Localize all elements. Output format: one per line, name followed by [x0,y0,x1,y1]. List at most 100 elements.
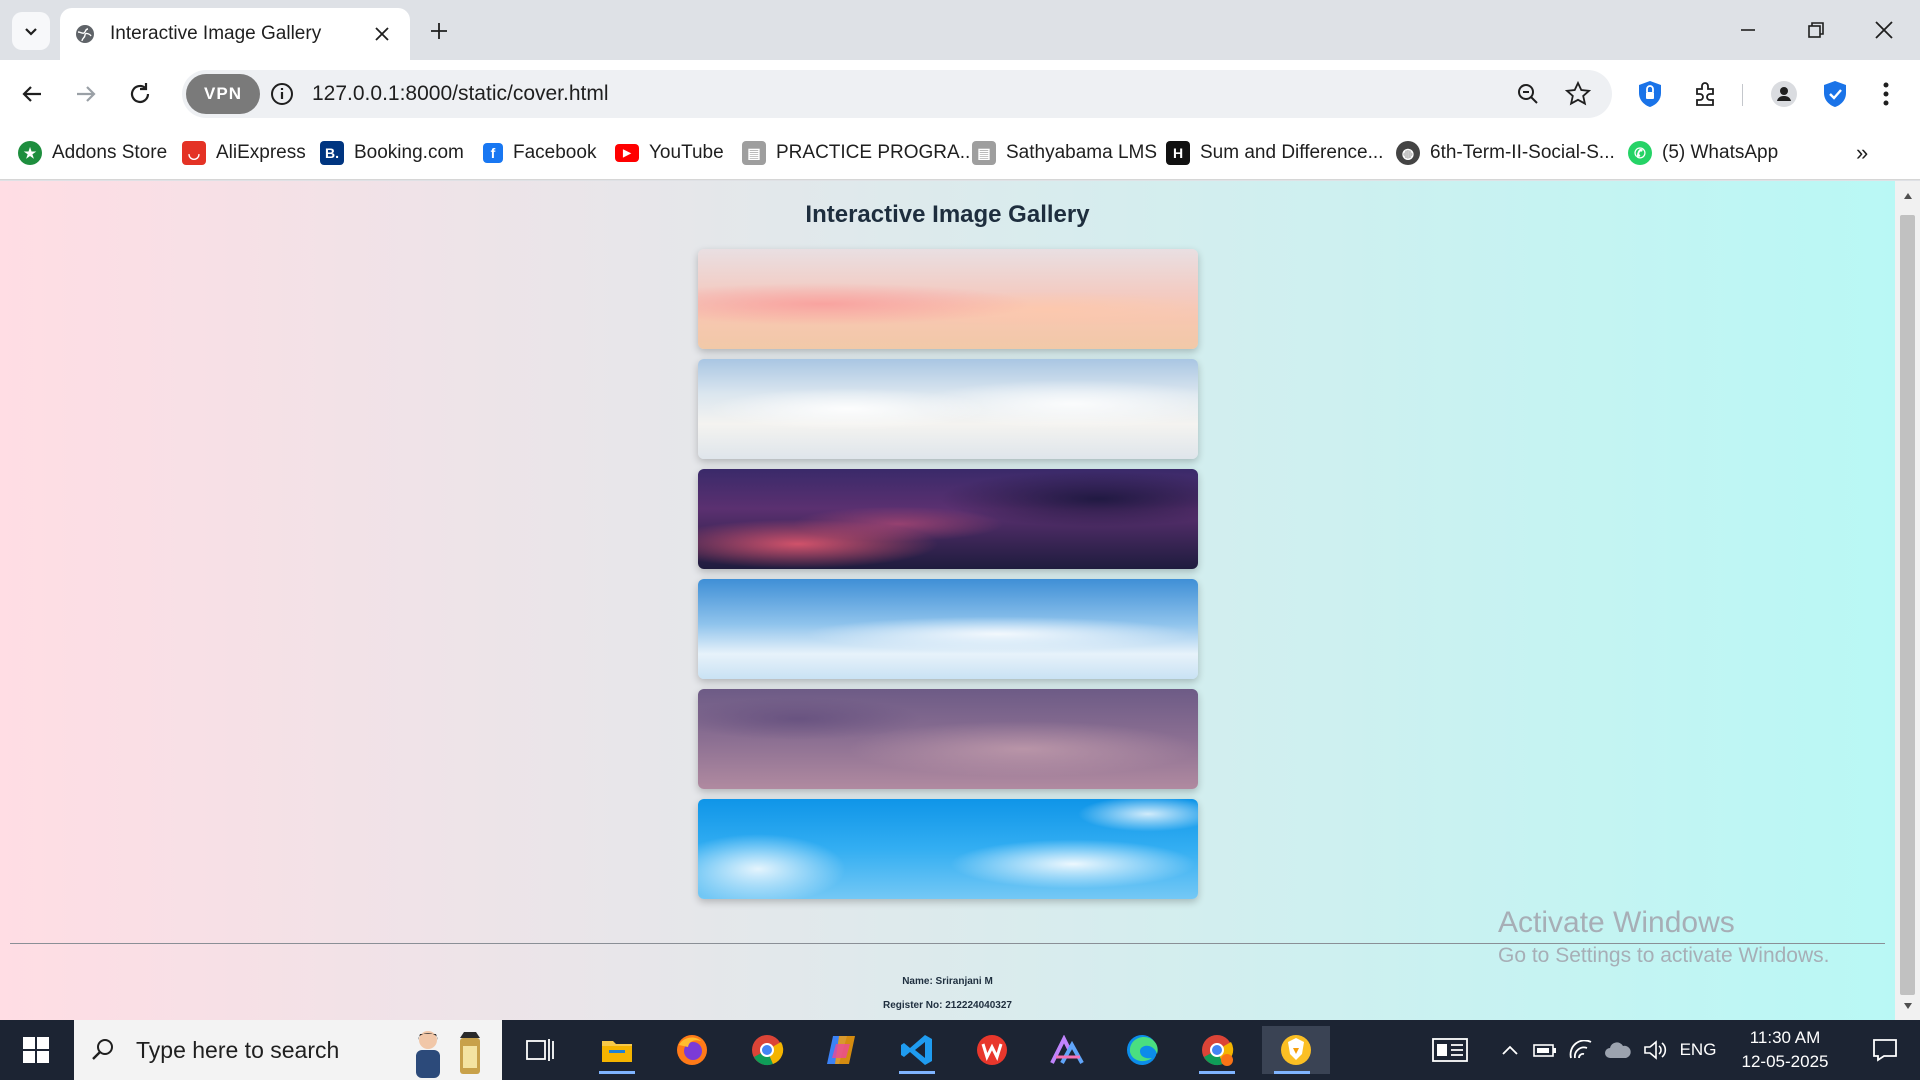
bookmark-facebook[interactable]: f Facebook [483,138,596,168]
tray-news-widget[interactable] [1420,1020,1480,1080]
chevron-down-icon [25,28,37,36]
toolbar-divider [1742,84,1743,106]
forward-button[interactable] [64,72,108,116]
tab-search-button[interactable] [12,12,50,50]
bookmark-aliexpress[interactable]: ◡ AliExpress [182,138,306,168]
bookmark-booking[interactable]: B. Booking.com [320,138,464,168]
vpn-label: VPN [204,84,242,103]
gallery-image-white-clouds-sky[interactable] [698,359,1198,459]
new-tab-button[interactable] [422,14,456,48]
gallery-image-purple-dusk-sky[interactable] [698,469,1198,569]
arrow-left-icon [22,86,41,102]
bookmark-label: Facebook [513,142,597,163]
language-indicator[interactable]: ENG [1676,1020,1720,1080]
reload-icon [130,83,150,103]
footer-name: Name: Sriranjani M [902,976,993,987]
close-tab-icon[interactable] [368,20,396,48]
whatsapp-icon: ✆ [1628,141,1652,165]
app-running-indicator [899,1071,935,1074]
gallery-image-bright-blue-sky[interactable] [698,799,1198,899]
bookmark-whatsapp[interactable]: ✆ (5) WhatsApp [1628,138,1778,168]
bookmark-label: YouTube [649,142,724,163]
taskbar-wps-office[interactable] [962,1026,1022,1074]
taskbar-chrome-profile[interactable] [1187,1026,1247,1074]
bookmark-label: Addons Store [52,142,168,163]
vscode-icon [901,1035,932,1065]
bookmark-youtube[interactable]: ▶ YouTube [615,138,724,168]
gallery-image-mauve-cloudy-sky[interactable] [698,689,1198,789]
chrome-profile-icon [1202,1035,1234,1066]
notification-center-icon[interactable] [1850,1020,1920,1080]
globe-icon [76,25,94,43]
security-shield-icon[interactable] [1815,74,1855,114]
zoom-icon[interactable] [1512,78,1544,110]
taskbar-file-explorer[interactable] [587,1026,647,1074]
bookmark-practice-programs[interactable]: ▤ PRACTICE PROGRA... [742,138,976,168]
watermark-title: Activate Windows [1498,906,1735,939]
vpn-badge[interactable]: VPN [186,74,260,114]
app-running-indicator [599,1071,635,1074]
start-button[interactable] [0,1020,72,1080]
taskbar-copilot[interactable] [812,1026,872,1074]
task-view-icon [526,1039,554,1061]
close-window-button[interactable] [1850,0,1918,60]
taskbar-brave[interactable] [1262,1026,1330,1074]
firefox-icon [677,1035,707,1065]
gallery-image-light-blue-sky[interactable] [698,579,1198,679]
globe-icon: ◍ [1396,141,1420,165]
taskbar-affinity[interactable] [1037,1026,1097,1074]
arrow-right-icon [77,86,96,102]
scroll-thumb[interactable] [1900,215,1915,995]
tray-show-hidden-icon[interactable] [1496,1020,1524,1080]
volume-icon[interactable] [1640,1020,1670,1080]
taskbar-firefox[interactable] [662,1026,722,1074]
scroll-up-icon[interactable] [1895,185,1920,207]
chrome-icon [752,1035,784,1066]
profile-avatar-icon[interactable] [1764,74,1804,114]
youtube-icon: ▶ [615,144,639,162]
search-icon [92,1039,113,1060]
taskbar-vscode[interactable] [887,1026,947,1074]
app-running-indicator [1199,1071,1235,1074]
taskbar-search-box[interactable]: Type here to search [74,1020,502,1080]
taskbar-chrome[interactable] [737,1026,797,1074]
bookmark-star-icon[interactable] [1562,78,1594,110]
battery-icon[interactable] [1530,1020,1560,1080]
onedrive-cloud-icon[interactable] [1602,1020,1634,1080]
minimize-icon [1741,29,1755,31]
copilot-icon [827,1036,855,1064]
bookmark-label: AliExpress [216,142,306,163]
bookmark-addons-store[interactable]: ★ Addons Store [18,138,167,168]
shield-extension-icon[interactable] [1630,74,1670,114]
wifi-icon[interactable] [1566,1020,1596,1080]
bookmark-label: Booking.com [354,142,464,163]
minimize-button[interactable] [1714,0,1782,60]
tab-active[interactable]: Interactive Image Gallery [60,8,410,60]
page-scrollbar[interactable] [1895,181,1920,1020]
bookmark-social-science[interactable]: ◍ 6th-Term-II-Social-S... [1396,138,1615,168]
bookmark-sum-and-difference[interactable]: H Sum and Difference... [1166,138,1383,168]
puzzle-extensions-icon[interactable] [1685,74,1725,114]
reload-button[interactable] [118,72,162,116]
page-icon: ▤ [972,141,996,165]
taskbar-edge[interactable] [1112,1026,1172,1074]
menu-kebab-icon[interactable] [1866,74,1906,114]
bookmark-label: PRACTICE PROGRA... [776,142,976,163]
gallery-image-pink-sunset-sky[interactable] [698,249,1198,349]
windows-taskbar: Type here to search ENG 11:30 AM 12-05-2… [0,1020,1920,1080]
site-info-icon[interactable] [268,80,296,108]
bookmark-sathyabama-lms[interactable]: ▤ Sathyabama LMS [972,138,1157,168]
scroll-down-icon[interactable] [1895,995,1920,1017]
wps-office-icon [977,1035,1007,1065]
url-text[interactable]: 127.0.0.1:8000/static/cover.html [312,82,609,106]
brave-icon [1281,1035,1311,1065]
address-bar[interactable]: VPN 127.0.0.1:8000/static/cover.html [182,70,1612,118]
back-button[interactable] [10,72,54,116]
more-bookmarks-button[interactable]: » [1856,138,1868,168]
taskbar-clock[interactable]: 11:30 AM 12-05-2025 [1720,1026,1850,1074]
bookmarks-bar: ★ Addons Store ◡ AliExpress B. Booking.c… [0,128,1920,180]
restore-button[interactable] [1782,0,1850,60]
taskbar-task-view[interactable] [510,1026,570,1074]
facebook-icon: f [483,143,503,163]
bookmark-label: 6th-Term-II-Social-S... [1430,142,1615,163]
